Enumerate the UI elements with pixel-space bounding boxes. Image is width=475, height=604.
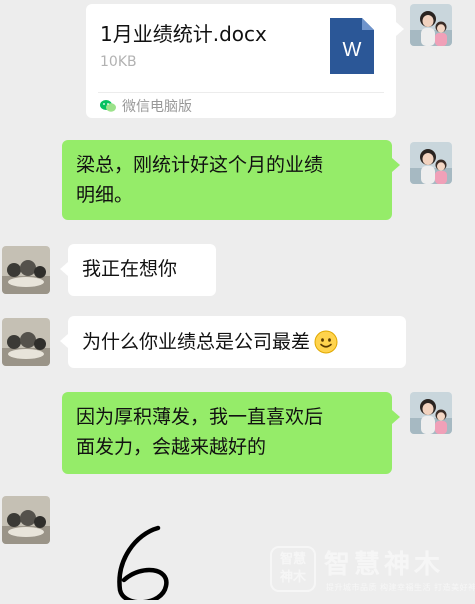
message-text: 为什么你业绩总是公司最差 (82, 331, 311, 353)
message-bubble-contact[interactable]: 我正在想你 (68, 244, 216, 296)
smile-emoji-icon (314, 330, 338, 354)
file-card-divider (98, 92, 384, 93)
self-avatar[interactable] (410, 4, 452, 46)
file-message-card[interactable]: 1月业绩统计.docx 10KB W 微信电脑版 (86, 4, 404, 118)
watermark-logo-text: 智慧 (279, 552, 306, 567)
watermark-logo-badge: 智慧 神木 (270, 546, 316, 592)
message-bubble-contact[interactable]: 为什么你业绩总是公司最差 (68, 316, 406, 368)
message-bubble-self[interactable]: 因为厚积薄发，我一直喜欢后 面发力，会越来越好的 (62, 392, 392, 474)
watermark-subtitle: 提升城市品质 构建幸福生活 打造美好神木 (326, 583, 475, 592)
file-source: 微信电脑版 (100, 96, 192, 116)
contact-avatar[interactable] (2, 318, 50, 366)
message-bubble-self[interactable]: 梁总，刚统计好这个月的业绩 明细。 (62, 140, 392, 220)
message-text: 我正在想你 (82, 258, 178, 280)
bubble-tail (392, 410, 400, 424)
message-text-line: 面发力，会越来越好的 (76, 436, 267, 458)
message-text-line: 因为厚积薄发，我一直喜欢后 (76, 406, 324, 428)
wechat-pc-icon (100, 100, 116, 112)
handwritten-six-image[interactable] (106, 520, 186, 604)
file-name: 1月业绩统计.docx (100, 22, 267, 46)
bubble-tail (392, 158, 400, 172)
word-doc-icon: W (330, 18, 374, 74)
file-size: 10KB (100, 54, 137, 70)
bubble-tail (60, 262, 68, 276)
contact-avatar[interactable] (2, 496, 50, 544)
contact-avatar[interactable] (2, 246, 50, 294)
self-avatar[interactable] (410, 392, 452, 434)
watermark-logo: 智慧 神木 智慧神木 提升城市品质 构建幸福生活 打造美好神木 (270, 544, 475, 600)
message-text-line: 梁总，刚统计好这个月的业绩 (76, 154, 324, 176)
file-source-label: 微信电脑版 (122, 99, 192, 115)
self-avatar[interactable] (410, 142, 452, 184)
bubble-tail (396, 22, 404, 36)
watermark-logo-text: 神木 (279, 570, 306, 585)
svg-text:W: W (343, 39, 362, 61)
watermark-title: 智慧神木 (324, 550, 445, 580)
bubble-tail (60, 334, 68, 348)
message-text-line: 明细。 (76, 184, 134, 206)
